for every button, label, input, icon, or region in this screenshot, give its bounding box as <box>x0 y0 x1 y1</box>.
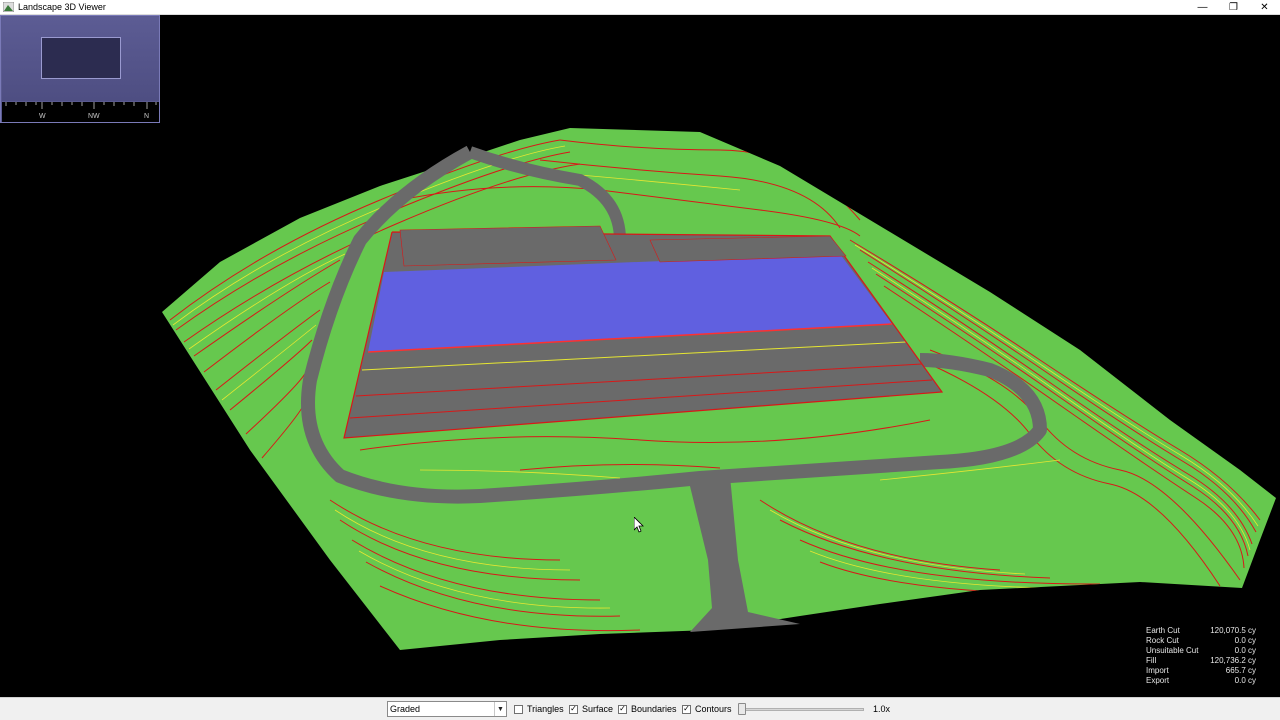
quantity-row-earth-cut: Earth Cut 120,070.5 cy <box>1146 626 1256 636</box>
contours-checkbox[interactable]: ✓ Contours <box>682 704 732 714</box>
view-frame[interactable] <box>41 37 121 79</box>
close-icon[interactable]: ✕ <box>1249 0 1280 15</box>
bottom-toolbar: Graded ▼ Triangles ✓ Surface ✓ Boundarie… <box>0 697 1280 720</box>
quantity-label: Import <box>1146 666 1169 675</box>
minimize-icon[interactable]: — <box>1187 0 1218 15</box>
parking-north <box>399 225 617 267</box>
compass-ticks <box>5 102 157 109</box>
quantity-row-export: Export 0.0 cy <box>1146 676 1256 686</box>
zoom-slider-track[interactable] <box>738 708 864 711</box>
app-icon <box>3 2 14 12</box>
orientation-compass[interactable]: W NW N <box>0 15 160 123</box>
zoom-slider[interactable] <box>738 703 864 715</box>
compass-label-n: N <box>144 113 150 120</box>
quantity-value: 0.0 cy <box>1234 646 1256 655</box>
title-bar: Landscape 3D Viewer — ❐ ✕ <box>0 0 1280 15</box>
quantity-row-rock-cut: Rock Cut 0.0 cy <box>1146 636 1256 646</box>
zoom-slider-thumb[interactable] <box>738 703 746 715</box>
compass-label-w: W <box>39 113 46 120</box>
surface-mode-value: Graded <box>390 704 421 714</box>
terrain-scene[interactable] <box>0 15 1280 697</box>
checkbox-box[interactable]: ✓ <box>682 704 691 714</box>
checkbox-label: Boundaries <box>631 704 677 714</box>
checkbox-box[interactable]: ✓ <box>569 704 578 714</box>
window-title: Landscape 3D Viewer <box>18 2 106 12</box>
zoom-level: 1.0x <box>873 704 891 714</box>
3d-viewport[interactable] <box>0 15 1280 697</box>
quantity-label: Unsuitable Cut <box>1146 646 1199 655</box>
quantity-row-import: Import 665.7 cy <box>1146 666 1256 676</box>
boundaries-checkbox[interactable]: ✓ Boundaries <box>618 704 677 714</box>
quantity-label: Export <box>1146 676 1170 685</box>
checkbox-box[interactable]: ✓ <box>618 704 627 714</box>
compass-scale[interactable]: W NW N <box>2 102 159 122</box>
compass-view <box>2 17 159 101</box>
restore-icon[interactable]: ❐ <box>1218 0 1249 15</box>
chevron-down-icon[interactable]: ▼ <box>494 702 506 716</box>
mouse-cursor-icon <box>633 516 644 538</box>
triangles-checkbox[interactable]: Triangles <box>514 704 564 714</box>
quantity-value: 120,736.2 cy <box>1210 656 1256 665</box>
quantity-value: 0.0 cy <box>1234 676 1256 685</box>
quantity-value: 0.0 cy <box>1234 636 1256 645</box>
surface-mode-select[interactable]: Graded ▼ <box>387 701 507 717</box>
quantity-label: Rock Cut <box>1146 636 1179 645</box>
checkbox-box[interactable] <box>514 704 523 714</box>
checkbox-label: Triangles <box>527 704 564 714</box>
quantity-value: 120,070.5 cy <box>1210 626 1256 635</box>
quantity-row-unsuitable-cut: Unsuitable Cut 0.0 cy <box>1146 646 1256 656</box>
quantity-value: 665.7 cy <box>1225 666 1256 675</box>
window-controls: — ❐ ✕ <box>1187 0 1280 15</box>
quantity-row-fill: Fill 120,736.2 cy <box>1146 656 1256 666</box>
quantity-label: Earth Cut <box>1146 626 1180 635</box>
surface-checkbox[interactable]: ✓ Surface <box>569 704 613 714</box>
checkbox-label: Surface <box>582 704 614 714</box>
compass-label-nw: NW <box>88 113 100 120</box>
checkbox-label: Contours <box>695 704 732 714</box>
quantities-panel: Earth Cut 120,070.5 cy Rock Cut 0.0 cy U… <box>1146 626 1256 686</box>
quantity-label: Fill <box>1146 656 1157 665</box>
